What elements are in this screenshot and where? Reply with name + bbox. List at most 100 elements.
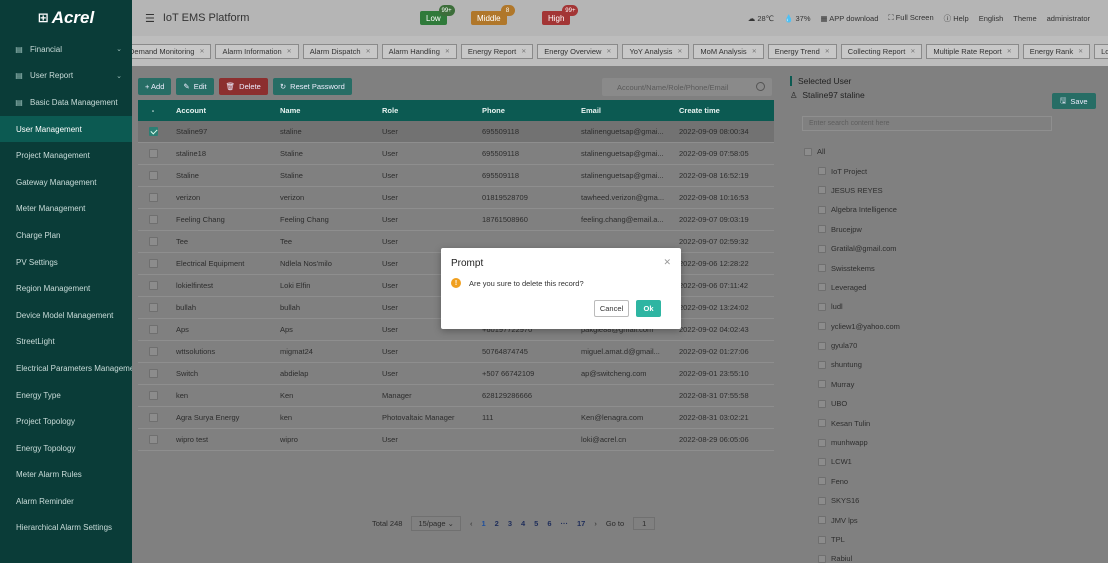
table-row[interactable]: staline18 Staline User 695509118 stalinengue… [138,143,774,165]
close-icon[interactable]: ✕ [445,48,450,55]
project-checkbox[interactable] [818,244,826,253]
add-button[interactable]: + Add [138,78,172,95]
tab-alarm-dispatch[interactable]: Alarm Dispatch ✕ [302,44,378,59]
row-checkbox[interactable] [148,435,158,444]
row-checkbox[interactable] [148,303,158,312]
close-icon[interactable]: ✕ [199,48,204,55]
row-checkbox[interactable] [148,369,158,378]
project-checkbox[interactable] [818,264,826,273]
close-icon[interactable]: ✕ [1078,48,1083,55]
project-item[interactable]: Rabiul [804,549,900,563]
app-download-link[interactable]: ▦ APP download [821,14,879,23]
project-item[interactable]: JESUS REYES [804,181,900,200]
sidebar-item-electrical-parameters-management[interactable]: Electrical Parameters Management [0,355,132,382]
page-size-select[interactable]: 15/page ⌄ [411,516,461,531]
row-checkbox[interactable] [148,259,158,268]
project-checkbox[interactable] [818,496,826,505]
close-icon[interactable]: ✕ [825,48,830,55]
close-icon[interactable]: ✕ [606,48,611,55]
project-item[interactable]: Algebra Intelligence [804,200,900,219]
sidebar-item-energy-topology[interactable]: Energy Topology [0,435,132,462]
project-item[interactable]: IoT Project [804,161,900,180]
page-number[interactable]: 17 [577,519,585,528]
help-link[interactable]: ⓘ Help [944,13,969,24]
page-number[interactable]: ··· [561,519,569,528]
menu-toggle-icon[interactable]: ☰ [145,12,155,25]
row-checkbox[interactable] [148,281,158,290]
goto-input[interactable]: 1 [633,517,656,530]
row-checkbox[interactable] [148,127,158,136]
alarm-low-badge[interactable]: Low 99+ [420,5,455,25]
project-all-item[interactable]: All [804,142,900,161]
sidebar-item-user-report[interactable]: ▤ User Report ⌄ [0,63,132,90]
project-checkbox[interactable] [818,341,826,350]
full-screen-button[interactable]: ⛶ Full Screen [888,13,933,23]
tab-energy-rank[interactable]: Energy Rank ✕ [1022,44,1091,59]
tab-mom-analysis[interactable]: MoM Analysis ✕ [693,44,764,59]
project-item[interactable]: ycliew1@yahoo.com [804,317,900,336]
tab-energy-report[interactable]: Energy Report ✕ [460,44,534,59]
table-row[interactable]: Feeling Chang Feeling Chang User 1876150896… [138,209,774,231]
tab-energy-overview[interactable]: Energy Overview ✕ [537,44,619,59]
table-row[interactable]: Staline Staline User 695509118 stalinenguets… [138,165,774,187]
project-item[interactable]: Brucejpw [804,220,900,239]
sidebar-item-alarm-reminder[interactable]: Alarm Reminder [0,488,132,515]
table-row[interactable]: ken Ken Manager 628129286666 2022-08-31 07:5… [138,385,774,407]
column-header[interactable]: - [138,106,168,115]
tab-yoy-analysis[interactable]: YoY Analysis ✕ [622,44,690,59]
tab-multiple-rate-report[interactable]: Multiple Rate Report ✕ [926,44,1019,59]
theme-select[interactable]: Theme [1013,14,1036,23]
close-icon[interactable]: ✕ [910,48,915,55]
sidebar-item-project-management[interactable]: Project Management [0,142,132,169]
cancel-button[interactable]: Cancel [594,300,629,317]
project-item[interactable]: gyula70 [804,336,900,355]
project-item[interactable]: SKYS16 [804,491,900,510]
project-item[interactable]: Leveraged [804,278,900,297]
page-number[interactable]: 1 [481,519,485,528]
sidebar-item-streetlight[interactable]: StreetLight [0,329,132,356]
project-item[interactable]: UBO [804,394,900,413]
table-row[interactable]: verizon verizon User 01819528709 tawheed.ver… [138,187,774,209]
row-checkbox[interactable] [148,325,158,334]
row-checkbox[interactable] [148,347,158,356]
project-item[interactable]: JMV lps [804,510,900,529]
tab-collecting-report[interactable]: Collecting Report ✕ [840,44,923,59]
project-checkbox[interactable] [818,322,826,331]
alarm-high-badge[interactable]: High 99+ [542,5,579,25]
page-number[interactable]: 4 [521,519,525,528]
tab-alarm-handling[interactable]: Alarm Handling ✕ [381,44,457,59]
project-item[interactable]: Kesan Tulin [804,413,900,432]
sidebar-item-pv-settings[interactable]: PV Settings [0,249,132,276]
sidebar-item-hierarchical-alarm-settings[interactable]: Hierarchical Alarm Settings [0,515,132,542]
sidebar-item-project-topology[interactable]: Project Topology [0,408,132,435]
logo[interactable]: ⊞ Acrel [0,0,132,36]
project-search-input[interactable]: Enter search content here [802,116,1052,131]
project-checkbox[interactable] [818,302,826,311]
project-item[interactable]: shuntung [804,355,900,374]
close-icon[interactable]: ✕ [287,48,292,55]
table-row[interactable]: wipro test wipro User loki@acrel.cn 2022-08-… [138,429,774,451]
close-icon[interactable]: ✕ [521,48,526,55]
tab-alarm-information[interactable]: Alarm Information ✕ [215,44,299,59]
row-checkbox[interactable] [148,171,158,180]
project-item[interactable]: Gratilal@gmail.com [804,239,900,258]
close-icon[interactable]: ✕ [366,48,371,55]
sidebar-item-meter-management[interactable]: Meter Management [0,196,132,223]
project-item[interactable]: TPL [804,530,900,549]
user-menu[interactable]: administrator [1047,14,1090,23]
project-checkbox[interactable] [818,225,826,234]
project-item[interactable]: Feno [804,472,900,491]
search-input[interactable]: Account/Name/Role/Phone/Email [602,78,772,96]
project-checkbox[interactable] [818,380,826,389]
project-checkbox[interactable] [818,360,826,369]
sidebar-item-charge-plan[interactable]: Charge Plan [0,222,132,249]
sidebar-item-gateway-management[interactable]: Gateway Management [0,169,132,196]
sidebar-item-energy-type[interactable]: Energy Type [0,382,132,409]
project-item[interactable]: Swisstekems [804,258,900,277]
row-checkbox[interactable] [148,215,158,224]
page-number[interactable]: 6 [547,519,551,528]
ok-button[interactable]: Ok [636,300,661,317]
row-checkbox[interactable] [148,149,158,158]
sidebar-item-meter-alarm-rules[interactable]: Meter Alarm Rules [0,462,132,489]
row-checkbox[interactable] [148,237,158,246]
